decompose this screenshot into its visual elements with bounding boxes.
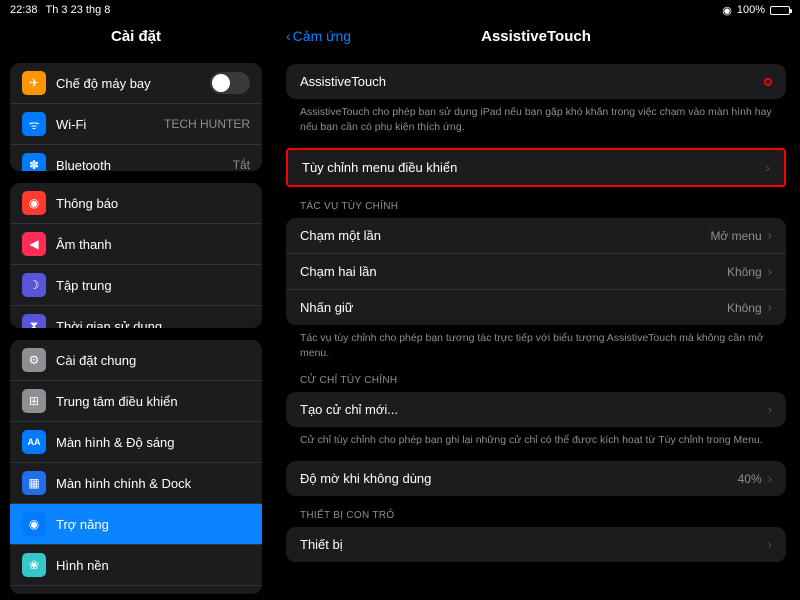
section-header-custom-actions: TÁC VỤ TÙY CHỈNH xyxy=(286,187,786,216)
sidebar: Cài đặt ✈ Chế độ máy bay ᯤ Wi-Fi TECH HU… xyxy=(0,20,272,600)
aa-icon: AA xyxy=(22,430,46,454)
bluetooth-icon: ✽ xyxy=(22,153,46,171)
sidebar-item-wifi[interactable]: ᯤ Wi-Fi TECH HUNTER xyxy=(10,104,262,145)
sidebar-item-accessibility[interactable]: ◉Trợ năng xyxy=(10,504,262,545)
new-gesture-row[interactable]: Tạo cử chỉ mới...› xyxy=(286,392,786,427)
sidebar-group-3: ⚙Cài đặt chung ⊞Trung tâm điều khiển AAM… xyxy=(10,340,262,594)
airplane-toggle[interactable] xyxy=(210,72,250,94)
pointer-group: Thiết bị› xyxy=(286,527,786,562)
wifi-icon: ◉ xyxy=(722,4,732,17)
section-header-pointer: THIẾT BỊ CON TRỎ xyxy=(286,496,786,525)
speaker-icon: ◀ xyxy=(22,232,46,256)
gear-icon: ⚙ xyxy=(22,348,46,372)
detail-header: ‹ Cảm ứng AssistiveTouch xyxy=(272,20,800,52)
chevron-right-icon: › xyxy=(768,228,772,243)
sidebar-group-2: ◉Thông báo ◀Âm thanh ☽Tập trung ⧗Thời gi… xyxy=(10,183,262,328)
sidebar-item-wallpaper[interactable]: ❀Hình nền xyxy=(10,545,262,586)
sidebar-item-focus[interactable]: ☽Tập trung xyxy=(10,265,262,306)
section-header-gestures: CỬ CHỈ TÙY CHỈNH xyxy=(286,361,786,390)
assistivetouch-row[interactable]: AssistiveTouch xyxy=(286,64,786,99)
detail-title: AssistiveTouch xyxy=(481,28,591,45)
chevron-left-icon: ‹ xyxy=(286,28,291,44)
double-tap-row[interactable]: Chạm hai lầnKhông› xyxy=(286,254,786,290)
switches-icon: ⊞ xyxy=(22,389,46,413)
custom-actions-desc: Tác vụ tùy chỉnh cho phép bạn tương tác … xyxy=(286,325,786,360)
chevron-right-icon: › xyxy=(768,300,772,315)
chevron-right-icon: › xyxy=(768,537,772,552)
customize-menu-group: Tùy chỉnh menu điều khiển › xyxy=(286,148,786,187)
customize-menu-row[interactable]: Tùy chỉnh menu điều khiển › xyxy=(288,150,784,185)
gestures-group: Tạo cử chỉ mới...› xyxy=(286,392,786,427)
status-bar: 22:38 Th 3 23 thg 8 ◉ 100% xyxy=(0,0,800,20)
sidebar-item-siri[interactable]: ◐Siri & Tìm kiếm xyxy=(10,586,262,594)
sidebar-group-1: ✈ Chế độ máy bay ᯤ Wi-Fi TECH HUNTER ✽ B… xyxy=(10,63,262,171)
airplane-icon: ✈ xyxy=(22,71,46,95)
custom-actions-group: Chạm một lầnMở menu› Chạm hai lầnKhông› … xyxy=(286,218,786,325)
bell-icon: ◉ xyxy=(22,191,46,215)
chevron-right-icon: › xyxy=(768,471,772,486)
battery-percent: 100% xyxy=(737,4,765,16)
sidebar-item-airplane[interactable]: ✈ Chế độ máy bay xyxy=(10,63,262,104)
accessibility-icon: ◉ xyxy=(22,512,46,536)
sidebar-item-control-center[interactable]: ⊞Trung tâm điều khiển xyxy=(10,381,262,422)
devices-row[interactable]: Thiết bị› xyxy=(286,527,786,562)
status-time: 22:38 xyxy=(10,4,38,16)
chevron-right-icon: › xyxy=(768,402,772,417)
battery-icon xyxy=(770,6,790,15)
back-button[interactable]: ‹ Cảm ứng xyxy=(286,28,351,44)
sidebar-item-notifications[interactable]: ◉Thông báo xyxy=(10,183,262,224)
status-date: Th 3 23 thg 8 xyxy=(46,4,111,16)
assistivetouch-toggle-group: AssistiveTouch xyxy=(286,64,786,99)
moon-icon: ☽ xyxy=(22,273,46,297)
sidebar-item-bluetooth[interactable]: ✽ Bluetooth Tắt xyxy=(10,145,262,171)
sidebar-item-general[interactable]: ⚙Cài đặt chung xyxy=(10,340,262,381)
sidebar-item-homescreen[interactable]: ▦Màn hình chính & Dock xyxy=(10,463,262,504)
opacity-group: Độ mờ khi không dùng40%› xyxy=(286,461,786,496)
idle-opacity-row[interactable]: Độ mờ khi không dùng40%› xyxy=(286,461,786,496)
sidebar-title: Cài đặt xyxy=(0,20,272,57)
chevron-right-icon: › xyxy=(766,160,770,175)
flower-icon: ❀ xyxy=(22,553,46,577)
detail-panel: ‹ Cảm ứng AssistiveTouch AssistiveTouch … xyxy=(272,20,800,600)
grid-icon: ▦ xyxy=(22,471,46,495)
wifi-icon: ᯤ xyxy=(22,112,46,136)
assistivetouch-desc: AssistiveTouch cho phép bạn sử dụng iPad… xyxy=(286,99,786,134)
long-press-row[interactable]: Nhấn giữKhông› xyxy=(286,290,786,325)
gestures-desc: Cử chỉ tùy chỉnh cho phép bạn ghi lại nh… xyxy=(286,427,786,448)
sidebar-item-sounds[interactable]: ◀Âm thanh xyxy=(10,224,262,265)
sidebar-item-display[interactable]: AAMàn hình & Độ sáng xyxy=(10,422,262,463)
sidebar-item-screentime[interactable]: ⧗Thời gian sử dụng xyxy=(10,306,262,328)
chevron-right-icon: › xyxy=(768,264,772,279)
single-tap-row[interactable]: Chạm một lầnMở menu› xyxy=(286,218,786,254)
hourglass-icon: ⧗ xyxy=(22,314,46,328)
